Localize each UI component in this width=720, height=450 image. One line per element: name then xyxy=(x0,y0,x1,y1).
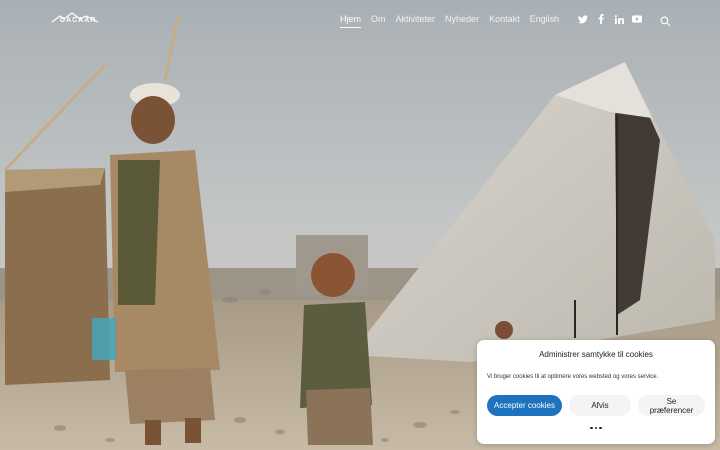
more-options-icon[interactable] xyxy=(581,422,611,434)
social-links xyxy=(578,14,642,24)
cookie-consent-dialog: Administrer samtykke til cookies Vi brug… xyxy=(477,340,715,444)
main-nav: Hjem Om Aktiviteter Nyheder Kontakt Engl… xyxy=(340,14,559,28)
search-icon[interactable] xyxy=(660,14,671,27)
twitter-icon[interactable] xyxy=(578,14,588,24)
nav-item-english[interactable]: English xyxy=(530,14,560,28)
nav-item-om[interactable]: Om xyxy=(371,14,386,28)
youtube-icon[interactable] xyxy=(632,14,642,24)
accept-cookies-button[interactable]: Accepter cookies xyxy=(487,395,562,416)
logo-text: DACAAR xyxy=(60,17,97,24)
view-preferences-button[interactable]: Se præferencer xyxy=(638,395,705,416)
facebook-icon[interactable] xyxy=(596,14,606,24)
deny-cookies-button[interactable]: Afvis xyxy=(569,395,631,416)
cookie-description: Vi bruger cookies til at optimere vores … xyxy=(487,374,659,380)
nav-item-kontakt[interactable]: Kontakt xyxy=(489,14,520,28)
linkedin-icon[interactable] xyxy=(614,14,624,24)
nav-item-aktiviteter[interactable]: Aktiviteter xyxy=(396,14,436,28)
nav-item-hjem[interactable]: Hjem xyxy=(340,14,362,28)
cookie-title: Administrer samtykke til cookies xyxy=(539,350,653,359)
site-header: DACAAR Hjem Om Aktiviteter Nyheder Konta… xyxy=(0,0,720,40)
nav-item-nyheder[interactable]: Nyheder xyxy=(445,14,479,28)
page: DACAAR Hjem Om Aktiviteter Nyheder Konta… xyxy=(0,0,720,450)
